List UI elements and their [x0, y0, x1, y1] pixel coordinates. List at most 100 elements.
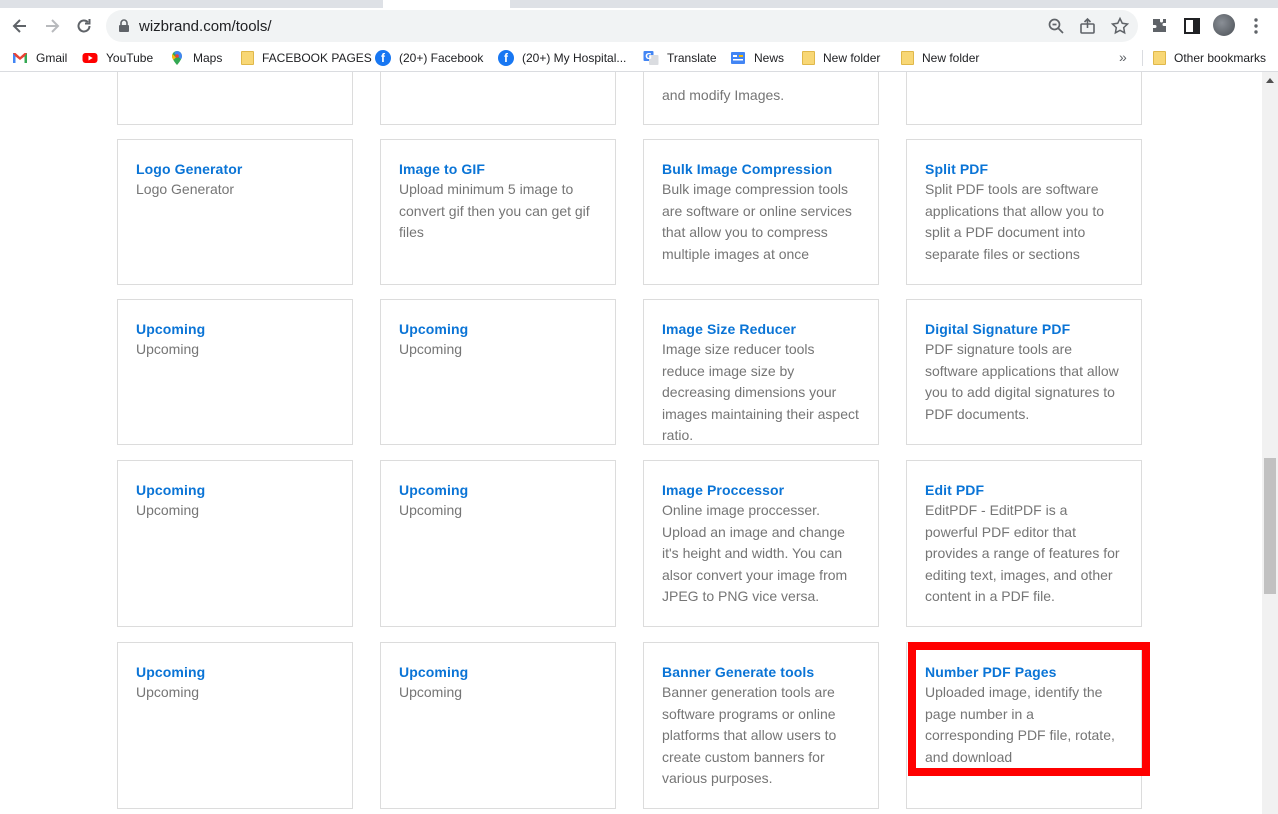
tool-card-image-to-gif[interactable]: Image to GIF Upload minimum 5 image to c…: [380, 139, 616, 285]
tool-card[interactable]: [380, 72, 616, 125]
bookmarks-separator: [1142, 50, 1143, 66]
tool-description: Upcoming: [399, 684, 463, 700]
profile-avatar[interactable]: [1213, 14, 1235, 36]
scroll-up-arrow-icon[interactable]: [1266, 78, 1274, 83]
menu-button[interactable]: [1246, 16, 1266, 36]
tool-title[interactable]: Number PDF Pages: [925, 663, 1123, 681]
tool-title[interactable]: Image Size Reducer: [662, 320, 860, 338]
tool-card[interactable]: [117, 72, 353, 125]
tool-title[interactable]: Upcoming: [136, 320, 334, 338]
svg-text:G: G: [645, 52, 652, 61]
maps-pin-icon: [172, 51, 182, 65]
back-arrow-icon: [12, 19, 26, 33]
tool-description: Banner generation tools are software pro…: [662, 684, 837, 786]
tool-title[interactable]: Digital Signature PDF: [925, 320, 1123, 338]
tool-description: Upcoming: [136, 684, 200, 700]
bookmark-news[interactable]: News: [730, 50, 784, 66]
back-button[interactable]: [6, 12, 34, 40]
forward-arrow-icon: [46, 19, 60, 33]
tool-card-upcoming[interactable]: Upcoming Upcoming: [380, 299, 616, 445]
bookmark-my-hospital[interactable]: f (20+) My Hospital...: [498, 50, 626, 66]
bookmark-label: Maps: [193, 51, 223, 65]
bookmark-other[interactable]: Other bookmarks: [1152, 50, 1266, 66]
tool-description: Upcoming: [136, 502, 200, 518]
tab-strip: [0, 0, 1278, 8]
tool-description: Upload minimum 5 image to convert gif th…: [399, 181, 590, 240]
tool-title[interactable]: Bulk Image Compression: [662, 160, 860, 178]
tool-card-banner-generate-tools[interactable]: Banner Generate tools Banner generation …: [643, 642, 879, 809]
tool-description: Upcoming: [136, 341, 200, 357]
folder-icon: [901, 51, 914, 65]
tool-title[interactable]: Upcoming: [136, 481, 334, 499]
news-icon: [731, 52, 745, 64]
youtube-icon: [82, 53, 98, 63]
bookmark-label: FACEBOOK PAGES: [262, 51, 372, 65]
tool-card-bulk-image-compression[interactable]: Bulk Image Compression Bulk image compre…: [643, 139, 879, 285]
folder-icon: [1153, 51, 1166, 65]
bookmark-star-icon[interactable]: [1110, 16, 1130, 36]
tool-title[interactable]: Banner Generate tools: [662, 663, 860, 681]
scroll-thumb[interactable]: [1264, 458, 1276, 594]
facebook-icon: f: [375, 50, 391, 66]
reload-icon: [77, 19, 91, 33]
tool-card[interactable]: and modify Images.: [643, 72, 879, 125]
bookmark-youtube[interactable]: YouTube: [82, 50, 153, 66]
tool-card-upcoming[interactable]: Upcoming Upcoming: [117, 299, 353, 445]
zoom-icon[interactable]: [1046, 16, 1066, 36]
tool-title[interactable]: Image to GIF: [399, 160, 597, 178]
reload-button[interactable]: [70, 12, 98, 40]
bookmark-label: (20+) My Hospital...: [522, 51, 627, 65]
gmail-icon: [13, 53, 27, 63]
tool-card-upcoming[interactable]: Upcoming Upcoming: [380, 642, 616, 809]
folder-icon: [241, 51, 254, 65]
tool-description: and modify Images.: [662, 87, 785, 103]
tool-card-split-pdf[interactable]: Split PDF Split PDF tools are software a…: [906, 139, 1142, 285]
tool-card-image-size-reducer[interactable]: Image Size Reducer Image size reducer to…: [643, 299, 879, 445]
kebab-menu-icon: [1254, 18, 1258, 34]
tool-description: Uploaded image, identify the page number…: [925, 684, 1115, 765]
bookmark-new-folder-1[interactable]: New folder: [801, 50, 880, 66]
translate-icon: G: [643, 51, 659, 65]
puzzle-icon: [1153, 19, 1166, 32]
facebook-icon: f: [498, 50, 514, 66]
tool-title[interactable]: Split PDF: [925, 160, 1123, 178]
tool-description: Upcoming: [399, 341, 463, 357]
tool-description: Online image proccesser. Upload an image…: [662, 502, 848, 604]
bookmark-facebook[interactable]: f (20+) Facebook: [375, 50, 483, 66]
tool-card-logo-generator[interactable]: Logo Generator Logo Generator: [117, 139, 353, 285]
tool-card-image-processor[interactable]: Image Proccessor Online image proccesser…: [643, 460, 879, 627]
page-content: and modify Images. Logo Generator Logo G…: [0, 72, 1262, 814]
tool-description: Image size reducer tools reduce image si…: [662, 341, 859, 443]
tool-card-number-pdf-pages[interactable]: Number PDF Pages Uploaded image, identif…: [906, 642, 1142, 809]
active-tab[interactable]: [383, 0, 510, 8]
bookmark-translate[interactable]: G Translate: [643, 50, 717, 66]
bookmark-label: News: [754, 51, 785, 65]
tool-title[interactable]: Image Proccessor: [662, 481, 860, 499]
forward-button[interactable]: [38, 12, 66, 40]
bookmark-gmail[interactable]: Gmail: [12, 50, 67, 66]
more-bookmarks-chevron[interactable]: »: [1119, 49, 1127, 65]
side-panel-button[interactable]: [1182, 16, 1202, 36]
tool-title[interactable]: Edit PDF: [925, 481, 1123, 499]
url-text: wizbrand.com/tools/: [139, 18, 272, 35]
tool-title[interactable]: Upcoming: [136, 663, 334, 681]
page-scrollbar[interactable]: [1262, 72, 1278, 814]
tool-title[interactable]: Upcoming: [399, 320, 597, 338]
tool-card-upcoming[interactable]: Upcoming Upcoming: [380, 460, 616, 627]
tool-card[interactable]: [906, 72, 1142, 125]
bookmark-new-folder-2[interactable]: New folder: [900, 50, 979, 66]
share-icon[interactable]: [1078, 16, 1098, 36]
tool-card-upcoming[interactable]: Upcoming Upcoming: [117, 460, 353, 627]
lock-icon: [119, 19, 129, 32]
tool-title[interactable]: Upcoming: [399, 663, 597, 681]
address-bar[interactable]: wizbrand.com/tools/: [106, 10, 1138, 42]
extensions-button[interactable]: [1150, 16, 1170, 36]
tool-card-upcoming[interactable]: Upcoming Upcoming: [117, 642, 353, 809]
tool-title[interactable]: Logo Generator: [136, 160, 334, 178]
bookmark-maps[interactable]: Maps: [169, 50, 222, 66]
tool-card-digital-signature-pdf[interactable]: Digital Signature PDF PDF signature tool…: [906, 299, 1142, 445]
tool-title[interactable]: Upcoming: [399, 481, 597, 499]
bookmark-facebook-pages[interactable]: FACEBOOK PAGES: [240, 50, 372, 66]
tool-card-edit-pdf[interactable]: Edit PDF EditPDF - EditPDF is a powerful…: [906, 460, 1142, 627]
bookmark-label: YouTube: [106, 51, 154, 65]
